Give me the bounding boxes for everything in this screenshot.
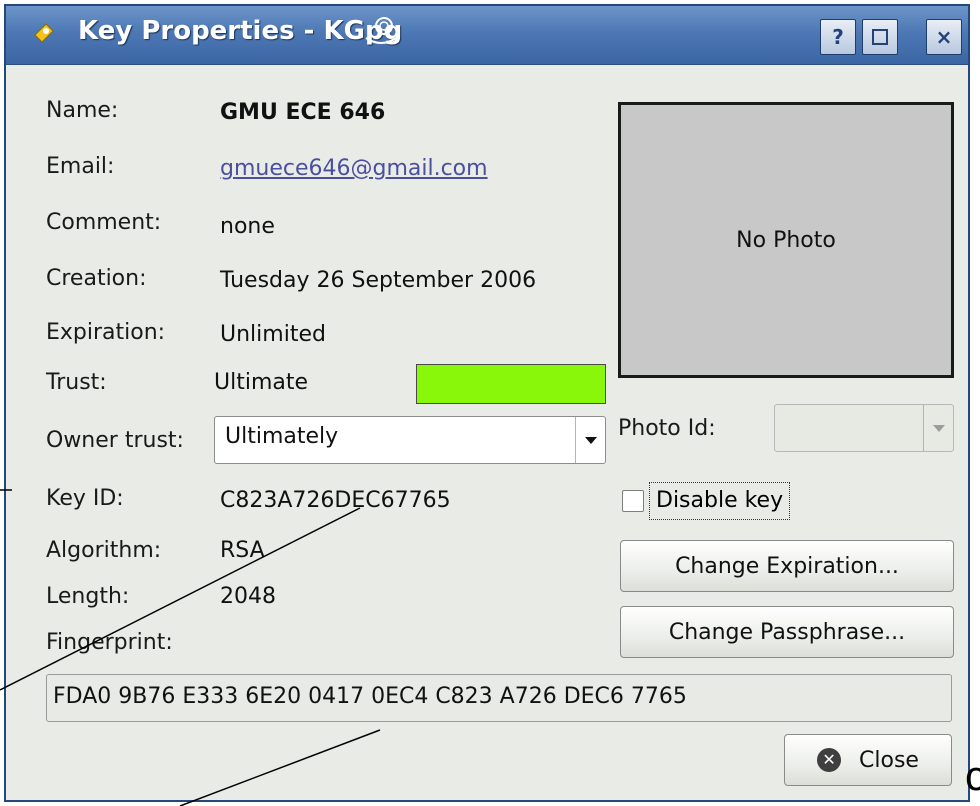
close-window-button[interactable]: × bbox=[926, 19, 962, 55]
photo-id-label: Photo Id: bbox=[618, 416, 716, 441]
maximize-icon bbox=[872, 29, 888, 45]
photo-id-select[interactable] bbox=[774, 404, 954, 452]
name-label: Name: bbox=[46, 98, 119, 123]
algorithm-label: Algorithm: bbox=[46, 538, 162, 563]
fingerprint-field[interactable]: FDA0 9B76 E333 6E20 0417 0EC4 C823 A726 … bbox=[46, 674, 952, 722]
algorithm-value: RSA bbox=[220, 538, 265, 563]
trust-value: Ultimate bbox=[214, 370, 309, 395]
title-bar[interactable]: Key Properties - KGpg ? × bbox=[6, 6, 968, 65]
disable-key-checkbox[interactable] bbox=[622, 490, 644, 512]
owner-trust-label: Owner trust: bbox=[46, 428, 184, 453]
chevron-down-icon[interactable] bbox=[923, 405, 953, 451]
comment-label: Comment: bbox=[46, 210, 162, 235]
length-value: 2048 bbox=[220, 584, 276, 609]
change-expiration-button[interactable]: Change Expiration... bbox=[620, 540, 954, 592]
window-title: Key Properties - KGpg bbox=[78, 16, 403, 46]
owner-trust-select[interactable]: Ultimately bbox=[214, 416, 606, 464]
key-icon bbox=[34, 23, 54, 43]
disable-key-label[interactable]: Disable key bbox=[649, 482, 791, 520]
creation-label: Creation: bbox=[46, 266, 147, 291]
fingerprint-label: Fingerprint: bbox=[46, 630, 173, 655]
comment-value: none bbox=[220, 214, 275, 239]
name-value: GMU ECE 646 bbox=[220, 100, 386, 125]
no-photo-text: No Photo bbox=[736, 227, 836, 253]
length-label: Length: bbox=[46, 584, 130, 609]
close-button[interactable]: ✕ Close bbox=[784, 734, 952, 786]
help-button[interactable]: ? bbox=[820, 19, 856, 55]
swirl-icon bbox=[365, 17, 397, 44]
expiration-value: Unlimited bbox=[220, 322, 326, 347]
email-link[interactable]: gmuece646@gmail.com bbox=[220, 156, 488, 181]
trust-color-indicator bbox=[416, 364, 606, 404]
chevron-down-icon[interactable] bbox=[575, 417, 605, 463]
maximize-button[interactable] bbox=[862, 19, 898, 55]
annotation-letter: c bbox=[965, 752, 980, 799]
keyid-label: Key ID: bbox=[46, 486, 124, 511]
creation-value: Tuesday 26 September 2006 bbox=[220, 268, 537, 293]
close-circle-icon: ✕ bbox=[817, 748, 842, 772]
photo-area: No Photo bbox=[618, 102, 954, 378]
keyid-value: C823A726DEC67765 bbox=[220, 488, 451, 513]
trust-label: Trust: bbox=[46, 370, 107, 395]
key-properties-window: Key Properties - KGpg ? × Name: GMU ECE … bbox=[4, 4, 970, 802]
email-label: Email: bbox=[46, 154, 115, 179]
expiration-label: Expiration: bbox=[46, 320, 166, 345]
change-passphrase-button[interactable]: Change Passphrase... bbox=[620, 606, 954, 658]
